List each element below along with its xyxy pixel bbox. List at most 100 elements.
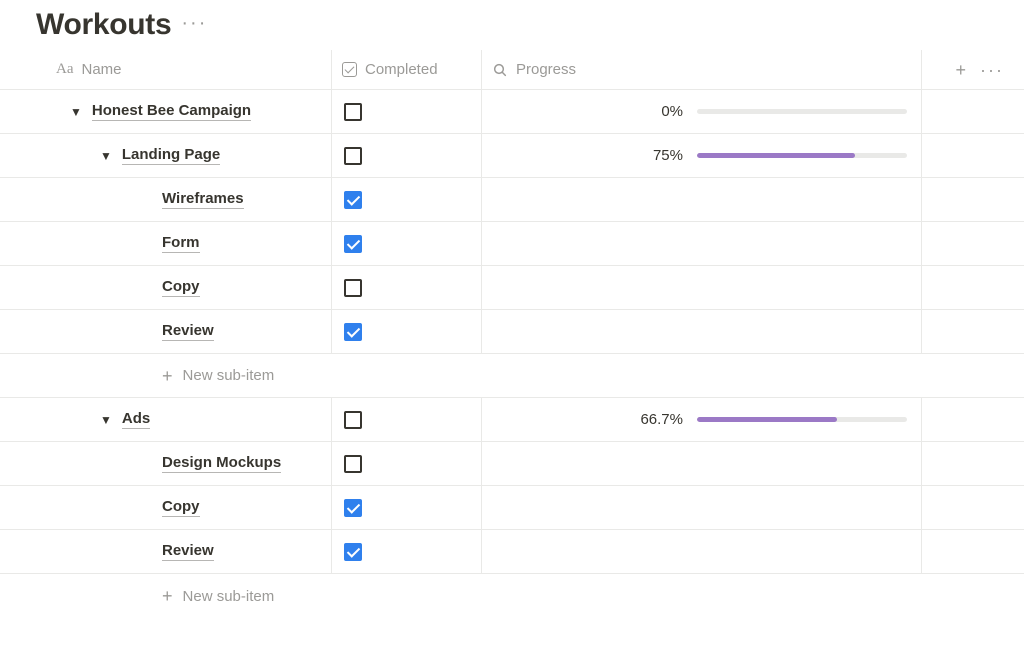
completed-checkbox[interactable] <box>344 455 362 473</box>
completed-cell <box>332 398 482 441</box>
item-title[interactable]: Ads <box>122 410 150 429</box>
completed-cell <box>332 310 482 353</box>
completed-cell <box>332 486 482 529</box>
progress-cell <box>482 222 922 265</box>
progress-cell <box>482 486 922 529</box>
name-cell[interactable]: ▼ Ads <box>0 398 332 441</box>
name-cell[interactable]: Review <box>0 530 332 573</box>
table-row: ▼ Honest Bee Campaign 0% <box>0 90 1024 134</box>
item-title[interactable]: Copy <box>162 278 200 297</box>
row-tail <box>922 398 1024 441</box>
completed-cell <box>332 442 482 485</box>
text-type-icon: Aa <box>56 61 74 78</box>
new-sub-item-row[interactable]: +New sub-item <box>0 574 1024 618</box>
table-row: Design Mockups <box>0 442 1024 486</box>
row-tail <box>922 222 1024 265</box>
progress-cell <box>482 530 922 573</box>
table-row: Copy <box>0 486 1024 530</box>
progress-value: 66.7% <box>640 411 683 428</box>
row-tail <box>922 134 1024 177</box>
item-title[interactable]: Wireframes <box>162 190 244 209</box>
table-row: Copy <box>0 266 1024 310</box>
item-title[interactable]: Review <box>162 322 214 341</box>
completed-checkbox[interactable] <box>344 279 362 297</box>
row-tail <box>922 530 1024 573</box>
toggle-expand-icon[interactable]: ▼ <box>100 414 112 426</box>
progress-bar-fill <box>697 153 855 158</box>
progress-bar <box>697 109 907 114</box>
new-sub-item-label: New sub-item <box>183 367 275 384</box>
progress-bar <box>697 153 907 158</box>
progress-bar-fill <box>697 417 837 422</box>
row-tail <box>922 486 1024 529</box>
item-title[interactable]: Honest Bee Campaign <box>92 102 251 121</box>
completed-cell <box>332 266 482 309</box>
completed-checkbox[interactable] <box>344 191 362 209</box>
name-cell[interactable]: Wireframes <box>0 178 332 221</box>
completed-cell <box>332 134 482 177</box>
progress-value: 0% <box>661 103 683 120</box>
row-tail <box>922 178 1024 221</box>
completed-cell <box>332 90 482 133</box>
row-tail <box>922 266 1024 309</box>
progress-cell <box>482 266 922 309</box>
progress-cell <box>482 442 922 485</box>
row-tail <box>922 442 1024 485</box>
column-header-progress-label: Progress <box>516 61 576 78</box>
column-header-name-label: Name <box>82 61 122 78</box>
name-cell[interactable]: ▼ Landing Page <box>0 134 332 177</box>
completed-cell <box>332 178 482 221</box>
table-row: Review <box>0 530 1024 574</box>
table-row: ▼ Ads 66.7% <box>0 398 1024 442</box>
plus-icon: + <box>162 367 173 385</box>
progress-cell: 0% <box>482 90 922 133</box>
item-title[interactable]: Landing Page <box>122 146 220 165</box>
progress-bar <box>697 417 907 422</box>
item-title[interactable]: Form <box>162 234 200 253</box>
table-options-dots-icon[interactable]: ··· <box>980 61 1004 79</box>
name-cell[interactable]: Design Mockups <box>0 442 332 485</box>
progress-cell: 75% <box>482 134 922 177</box>
completed-checkbox[interactable] <box>344 103 362 121</box>
name-cell[interactable]: ▼ Honest Bee Campaign <box>0 90 332 133</box>
completed-checkbox[interactable] <box>344 323 362 341</box>
table-row: Form <box>0 222 1024 266</box>
column-header-name[interactable]: Aa Name <box>36 50 332 89</box>
checkbox-icon <box>342 62 357 77</box>
search-icon <box>492 62 508 78</box>
column-header-completed-label: Completed <box>365 61 438 78</box>
completed-checkbox[interactable] <box>344 235 362 253</box>
progress-cell <box>482 310 922 353</box>
item-title[interactable]: Copy <box>162 498 200 517</box>
progress-cell <box>482 178 922 221</box>
completed-checkbox[interactable] <box>344 499 362 517</box>
name-cell[interactable]: Form <box>0 222 332 265</box>
row-tail <box>922 310 1024 353</box>
row-tail <box>922 90 1024 133</box>
new-sub-item-row[interactable]: + New sub-item <box>0 354 1024 398</box>
new-sub-item-label: New sub-item <box>183 588 275 605</box>
page-menu-dots-icon[interactable]: ··· <box>181 13 207 37</box>
column-header-progress[interactable]: Progress <box>482 50 922 89</box>
add-column-button[interactable]: + <box>956 61 967 79</box>
name-cell[interactable]: Copy <box>0 486 332 529</box>
progress-value: 75% <box>653 147 683 164</box>
completed-cell <box>332 222 482 265</box>
toggle-expand-icon[interactable]: ▼ <box>100 150 112 162</box>
completed-checkbox[interactable] <box>344 147 362 165</box>
table-row: Review <box>0 310 1024 354</box>
completed-cell <box>332 530 482 573</box>
completed-checkbox[interactable] <box>344 543 362 561</box>
table-row: Wireframes <box>0 178 1024 222</box>
column-header-completed[interactable]: Completed <box>332 50 482 89</box>
completed-checkbox[interactable] <box>344 411 362 429</box>
table-header: Aa Name Completed Progress + ··· <box>0 50 1024 90</box>
page-title[interactable]: Workouts <box>36 8 171 42</box>
table-row: ▼ Landing Page 75% <box>0 134 1024 178</box>
progress-cell: 66.7% <box>482 398 922 441</box>
item-title[interactable]: Design Mockups <box>162 454 281 473</box>
name-cell[interactable]: Review <box>0 310 332 353</box>
toggle-expand-icon[interactable]: ▼ <box>70 106 82 118</box>
item-title[interactable]: Review <box>162 542 214 561</box>
name-cell[interactable]: Copy <box>0 266 332 309</box>
